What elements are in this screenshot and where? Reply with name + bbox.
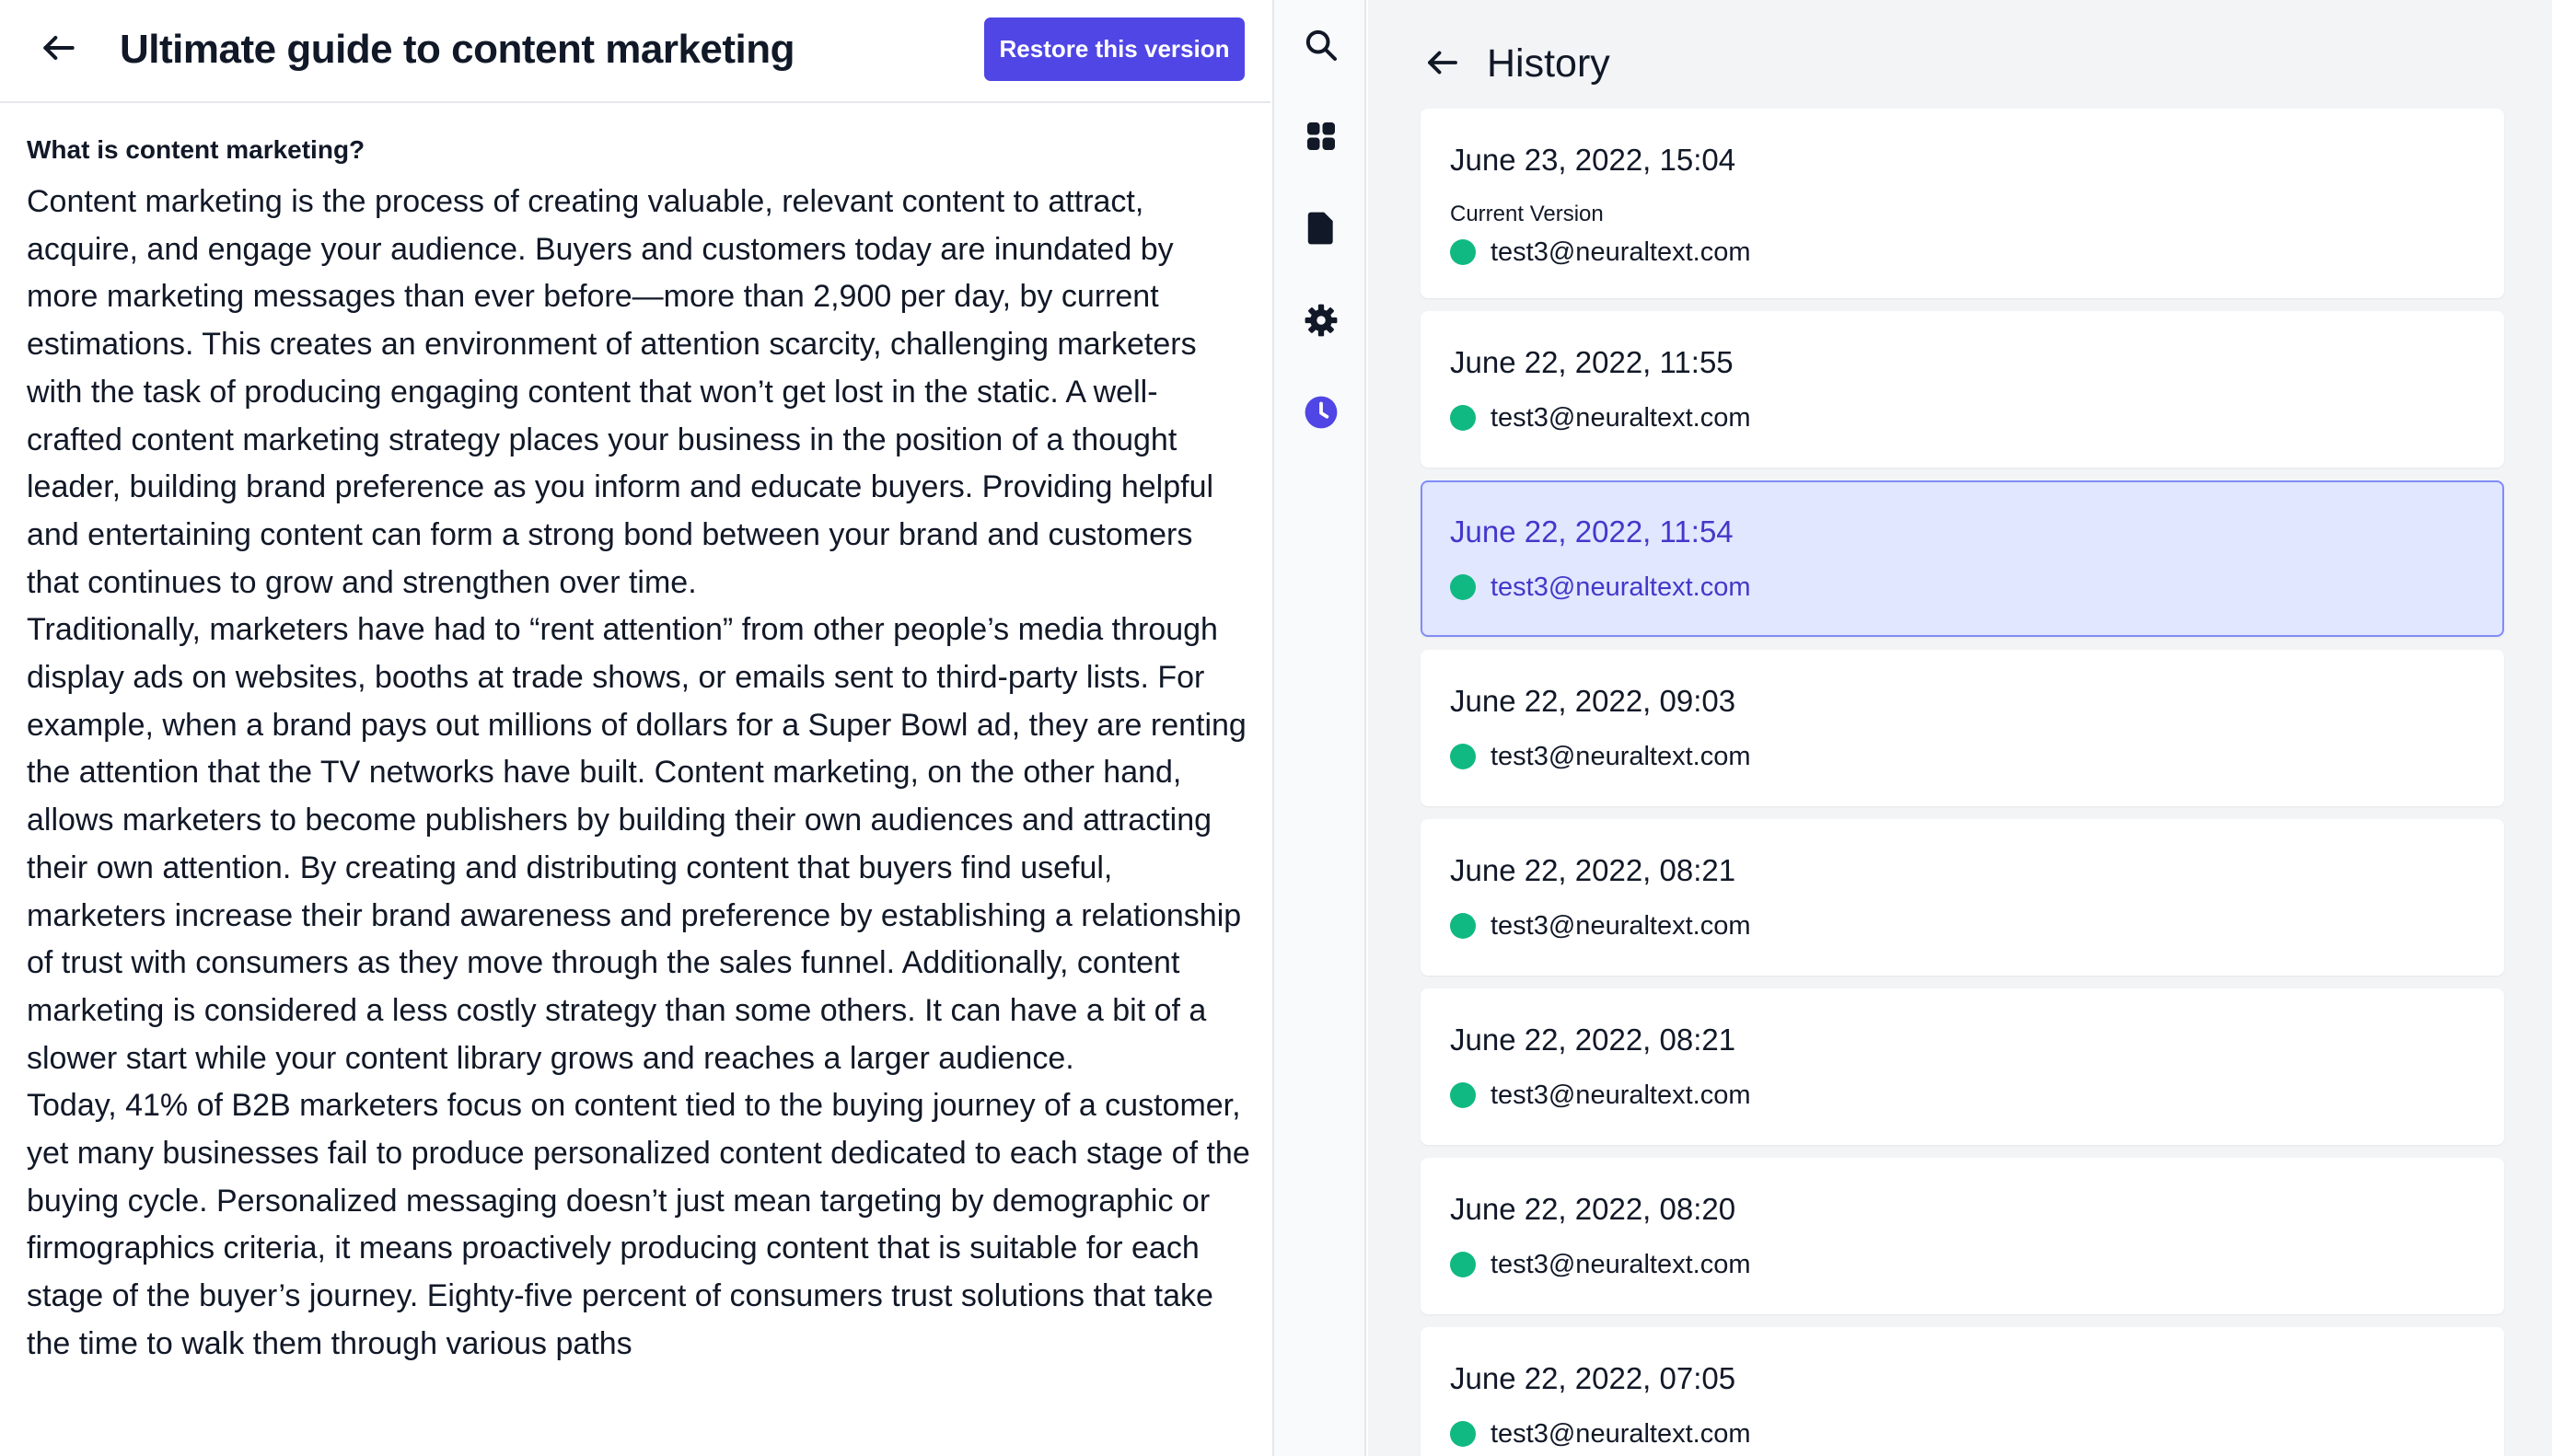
version-card[interactable]: June 22, 2022, 07:05 test3@neuraltext.co… xyxy=(1421,1327,2504,1456)
paragraph: Today, 41% of B2B marketers focus on con… xyxy=(27,1088,1250,1361)
document-editor: Ultimate guide to content marketing Rest… xyxy=(0,0,1270,1456)
arrow-left-icon xyxy=(1428,51,1457,75)
back-button[interactable] xyxy=(33,22,85,74)
status-dot xyxy=(1450,239,1476,265)
version-list: June 23, 2022, 15:04 Current Version tes… xyxy=(1421,109,2504,1456)
history-back-button[interactable] xyxy=(1419,37,1467,88)
version-card[interactable]: June 23, 2022, 15:04 Current Version tes… xyxy=(1421,109,2504,298)
status-dot xyxy=(1450,1082,1476,1108)
templates-button[interactable] xyxy=(1295,110,1347,162)
clock-icon xyxy=(1305,396,1338,429)
version-date: June 22, 2022, 08:21 xyxy=(1450,1023,1736,1057)
author-email: test3@neuraltext.com xyxy=(1491,742,1751,771)
paragraph: Content marketing is the process of crea… xyxy=(27,184,1214,600)
version-author: test3@neuraltext.com xyxy=(1450,236,1751,269)
search-icon xyxy=(1305,29,1337,61)
tool-rail xyxy=(1272,0,1366,1456)
content-heading: What is content marketing? xyxy=(27,135,365,164)
author-email: test3@neuraltext.com xyxy=(1491,403,1751,433)
author-email: test3@neuraltext.com xyxy=(1491,1419,1751,1449)
documents-button[interactable] xyxy=(1295,202,1347,254)
history-panel: History June 23, 2022, 15:04 Current Ver… xyxy=(1368,0,2552,1456)
status-dot xyxy=(1450,1252,1476,1277)
version-date: June 22, 2022, 11:55 xyxy=(1450,345,1734,379)
history-button[interactable] xyxy=(1295,387,1347,438)
restore-version-button[interactable]: Restore this version xyxy=(984,17,1245,81)
version-date: June 22, 2022, 11:54 xyxy=(1450,514,1734,549)
version-date: June 22, 2022, 09:03 xyxy=(1450,684,1736,718)
version-author: test3@neuraltext.com xyxy=(1450,1079,1751,1112)
version-author: test3@neuraltext.com xyxy=(1450,909,1751,942)
author-email: test3@neuraltext.com xyxy=(1491,1250,1751,1279)
version-card[interactable]: June 22, 2022, 08:20 test3@neuraltext.co… xyxy=(1421,1158,2504,1314)
version-author: test3@neuraltext.com xyxy=(1450,571,1751,604)
status-dot xyxy=(1450,574,1476,600)
search-button[interactable] xyxy=(1295,19,1347,71)
version-author: test3@neuraltext.com xyxy=(1450,1248,1751,1281)
version-date: June 23, 2022, 15:04 xyxy=(1450,143,1736,177)
version-card[interactable]: June 22, 2022, 08:21 test3@neuraltext.co… xyxy=(1421,819,2504,976)
settings-button[interactable] xyxy=(1295,295,1347,346)
gear-icon xyxy=(1305,304,1338,337)
author-email: test3@neuraltext.com xyxy=(1491,572,1751,602)
status-dot xyxy=(1450,405,1476,431)
version-card[interactable]: June 22, 2022, 08:21 test3@neuraltext.co… xyxy=(1421,988,2504,1145)
arrow-left-icon xyxy=(43,35,75,61)
status-dot xyxy=(1450,913,1476,939)
grid-icon xyxy=(1307,122,1335,150)
author-email: test3@neuraltext.com xyxy=(1491,1080,1751,1110)
version-author: test3@neuraltext.com xyxy=(1450,740,1751,773)
author-email: test3@neuraltext.com xyxy=(1491,237,1751,267)
history-title: History xyxy=(1487,41,1610,86)
status-dot xyxy=(1450,744,1476,769)
document-title: Ultimate guide to content marketing xyxy=(120,27,795,72)
status-dot xyxy=(1450,1421,1476,1447)
version-card-selected[interactable]: June 22, 2022, 11:54 test3@neuraltext.co… xyxy=(1421,480,2504,637)
version-date: June 22, 2022, 07:05 xyxy=(1450,1361,1736,1395)
version-card[interactable]: June 22, 2022, 11:55 test3@neuraltext.co… xyxy=(1421,311,2504,468)
version-author: test3@neuraltext.com xyxy=(1450,401,1751,434)
author-email: test3@neuraltext.com xyxy=(1491,911,1751,941)
document-content[interactable]: What is content marketing? Content marke… xyxy=(27,129,1251,1408)
current-version-label: Current Version xyxy=(1450,202,1604,226)
document-icon xyxy=(1307,212,1333,245)
version-author: test3@neuraltext.com xyxy=(1450,1417,1751,1450)
version-date: June 22, 2022, 08:21 xyxy=(1450,853,1736,887)
version-card[interactable]: June 22, 2022, 09:03 test3@neuraltext.co… xyxy=(1421,650,2504,806)
editor-header: Ultimate guide to content marketing Rest… xyxy=(0,0,1270,103)
paragraph: Traditionally, marketers have had to “re… xyxy=(27,612,1247,1076)
version-date: June 22, 2022, 08:20 xyxy=(1450,1192,1736,1226)
